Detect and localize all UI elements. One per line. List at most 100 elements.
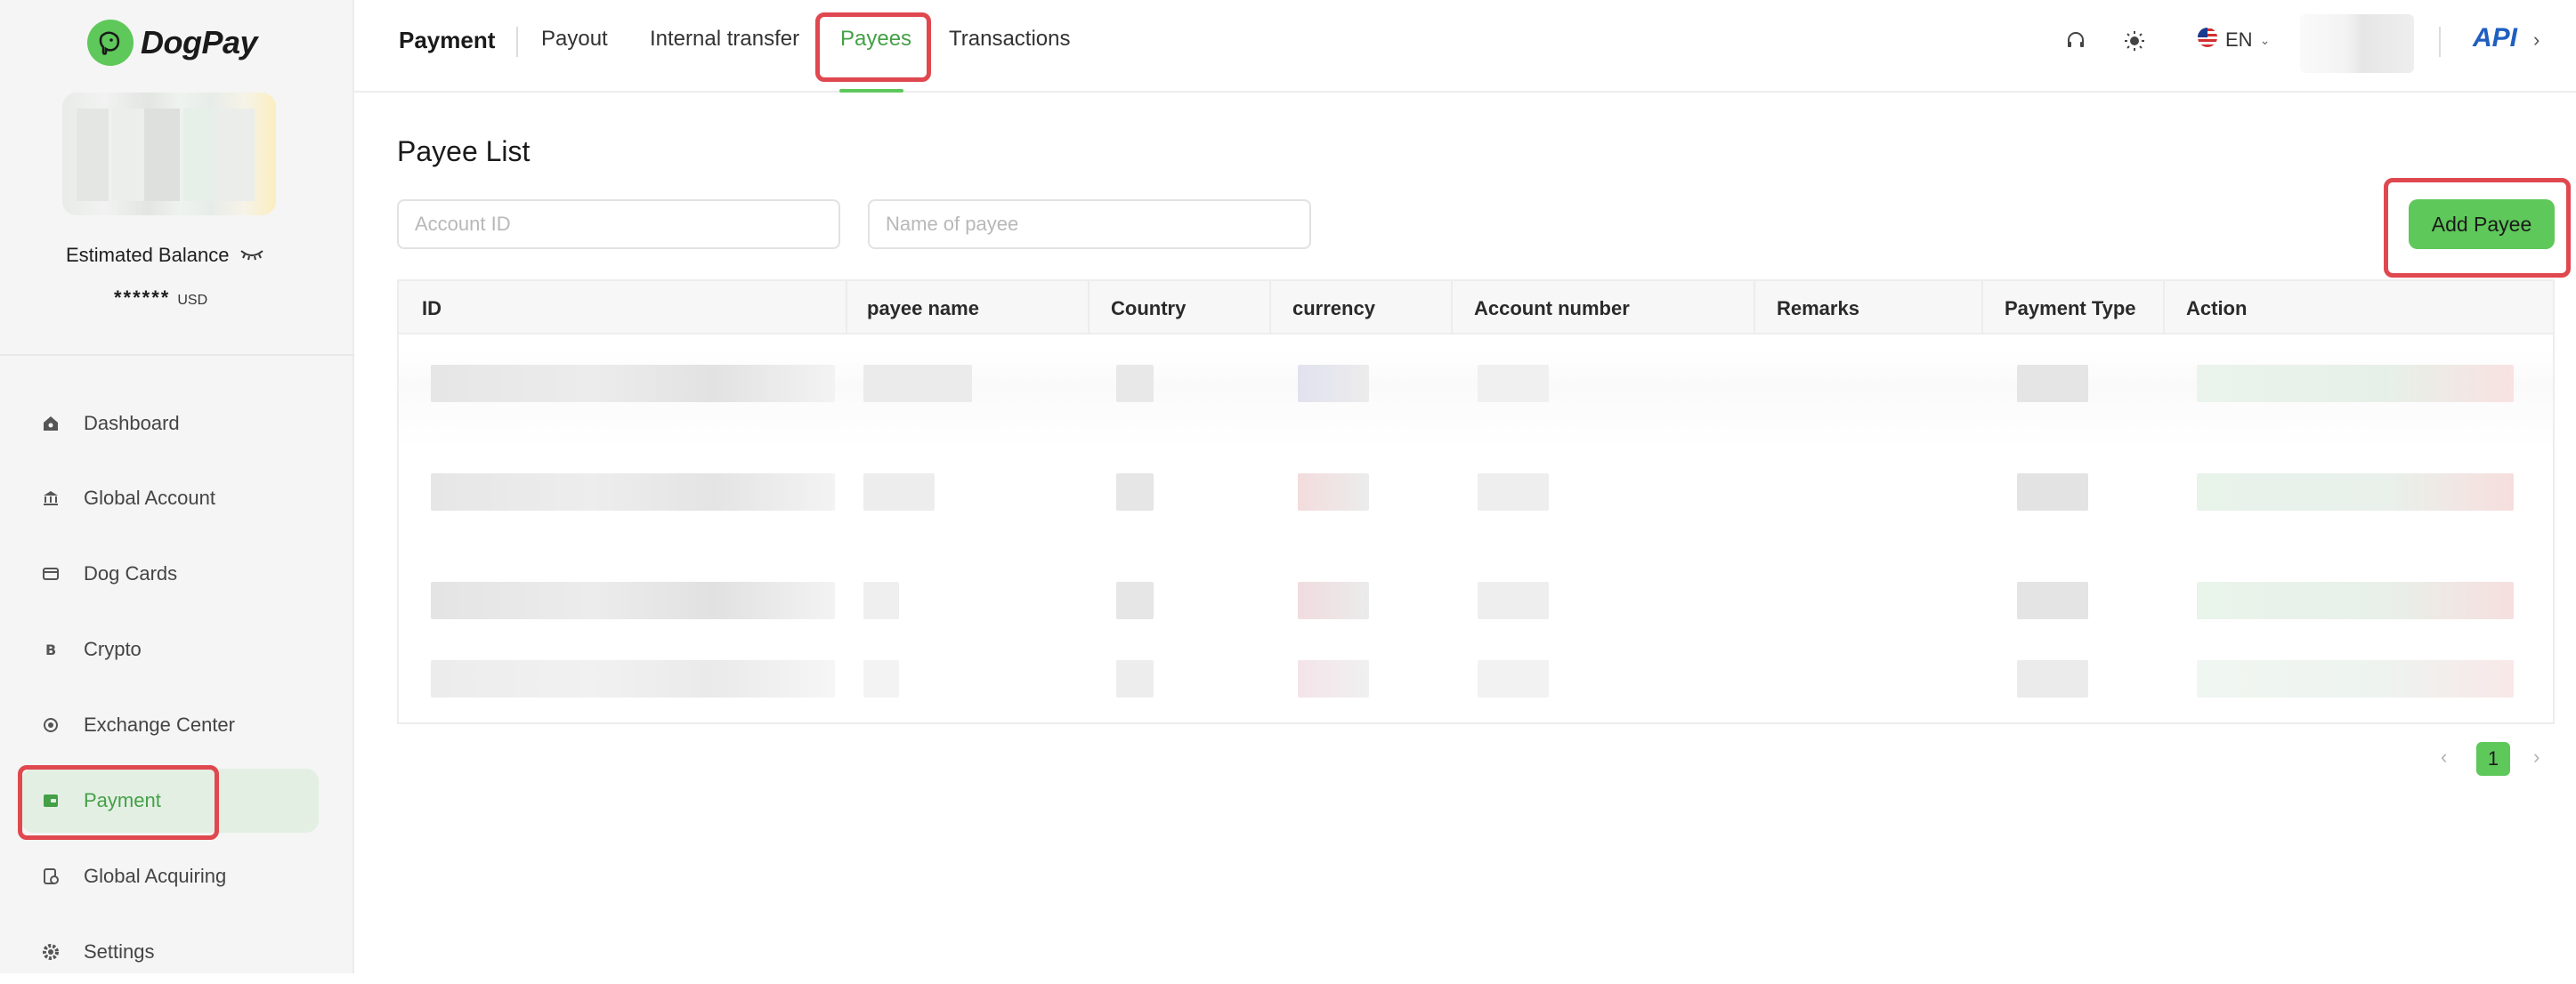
sidebar-item-label: Global Account	[84, 487, 215, 509]
card-icon	[41, 564, 61, 584]
eye-closed-icon[interactable]	[239, 244, 264, 267]
column-separator	[846, 281, 847, 335]
sun-theme-icon[interactable]	[2120, 27, 2149, 55]
exchange-icon	[41, 715, 61, 735]
acquiring-icon	[41, 867, 61, 886]
page-section-title: Payment	[399, 27, 496, 53]
column-separator	[1269, 281, 1271, 335]
column-header-currency: currency	[1292, 297, 1375, 319]
table-row[interactable]	[399, 648, 2553, 722]
pagination-current-page[interactable]: 1	[2476, 742, 2510, 776]
table-row[interactable]	[399, 571, 2553, 646]
us-flag-icon	[2197, 27, 2218, 53]
tab-payout[interactable]: Payout	[541, 27, 608, 52]
redacted-account-number	[1478, 660, 1549, 698]
column-header-payment-type: Payment Type	[2005, 297, 2136, 319]
table-row[interactable]	[399, 351, 2553, 448]
table-header: ID payee name Country currency Account n…	[399, 281, 2553, 335]
redacted-action	[2197, 365, 2514, 402]
prev-page-icon[interactable]: ‹	[2441, 746, 2447, 769]
redacted-action	[2197, 660, 2514, 698]
chevron-down-icon: ⌄	[2259, 32, 2271, 47]
language-selector[interactable]: EN ⌄	[2197, 27, 2270, 53]
column-separator	[1754, 281, 1755, 335]
column-header-remarks: Remarks	[1777, 297, 1859, 319]
redacted-payee-name	[863, 365, 972, 402]
redacted-account-number	[1478, 365, 1549, 402]
balance-amount: ******	[114, 286, 171, 309]
logo[interactable]: DogPay	[87, 20, 258, 66]
sidebar-divider	[0, 354, 354, 356]
balance-card-image	[62, 93, 276, 215]
tab-transactions[interactable]: Transactions	[949, 27, 1071, 52]
payee-name-input[interactable]	[868, 199, 1311, 249]
redacted-payee-name	[863, 660, 899, 698]
wallet-icon	[41, 791, 61, 811]
redacted-currency	[1298, 473, 1369, 511]
sidebar-item-payment[interactable]: Payment	[21, 769, 319, 833]
balance-currency: USD	[177, 293, 208, 308]
gear-icon	[41, 942, 61, 962]
redacted-account-number	[1478, 582, 1549, 619]
add-payee-button[interactable]: Add Payee	[2409, 199, 2555, 249]
tab-internal-transfer[interactable]: Internal transfer	[650, 27, 799, 52]
column-separator	[1088, 281, 1090, 335]
headset-support-icon[interactable]	[2062, 27, 2090, 55]
redacted-currency	[1298, 660, 1369, 698]
column-separator	[2163, 281, 2165, 335]
page-title: Payee List	[397, 135, 531, 167]
redacted-action	[2197, 582, 2514, 619]
redacted-payee-name	[863, 473, 935, 511]
tab-payees[interactable]: Payees	[840, 27, 911, 52]
sidebar-item-label: Settings	[84, 940, 155, 963]
bitcoin-icon: B	[41, 640, 61, 659]
table-row[interactable]	[399, 461, 2553, 559]
sidebar-item-label: Dashboard	[84, 412, 180, 434]
sidebar-item-crypto[interactable]: B Crypto	[21, 617, 319, 682]
api-link[interactable]: API	[2473, 23, 2517, 53]
redacted-id	[431, 365, 835, 402]
next-page-icon[interactable]: ›	[2533, 746, 2540, 769]
redacted-country	[1116, 365, 1154, 402]
sidebar-item-exchange-center[interactable]: Exchange Center	[21, 693, 319, 757]
sidebar-item-global-account[interactable]: Global Account	[21, 466, 319, 530]
redacted-currency	[1298, 365, 1369, 402]
redacted-payment-type	[2017, 365, 2088, 402]
redacted-payment-type	[2017, 660, 2088, 698]
redacted-currency	[1298, 582, 1369, 619]
bank-icon	[41, 488, 61, 508]
sidebar-item-label: Exchange Center	[84, 714, 235, 736]
svg-text:B: B	[45, 641, 56, 658]
redacted-id	[431, 582, 835, 619]
redacted-country	[1116, 473, 1154, 511]
column-separator	[1981, 281, 1983, 335]
column-header-action: Action	[2186, 297, 2248, 319]
sidebar-item-settings[interactable]: Settings	[21, 920, 319, 984]
redacted-account-number	[1478, 473, 1549, 511]
redacted-payment-type	[2017, 473, 2088, 511]
estimated-balance-label: Estimated Balance	[66, 244, 264, 267]
home-icon	[41, 414, 61, 433]
column-header-id: ID	[422, 297, 441, 319]
sidebar-item-dashboard[interactable]: Dashboard	[21, 391, 319, 456]
redacted-payee-name	[863, 582, 899, 619]
column-separator	[1451, 281, 1453, 335]
redacted-payment-type	[2017, 582, 2088, 619]
column-header-account-number: Account number	[1474, 297, 1630, 319]
header-divider	[2439, 27, 2441, 57]
account-id-input[interactable]	[397, 199, 840, 249]
redacted-id	[431, 660, 835, 698]
redacted-country	[1116, 660, 1154, 698]
redacted-country	[1116, 582, 1154, 619]
sidebar-item-global-acquiring[interactable]: Global Acquiring	[21, 844, 319, 908]
chevron-right-icon[interactable]: ›	[2533, 28, 2540, 52]
sidebar-item-dog-cards[interactable]: Dog Cards	[21, 542, 319, 606]
column-header-country: Country	[1111, 297, 1187, 319]
balance-label-text: Estimated Balance	[66, 244, 230, 266]
dog-logo-icon	[87, 20, 134, 66]
redacted-id	[431, 473, 835, 511]
balance-value: ****** USD	[114, 286, 207, 310]
user-avatar[interactable]	[2300, 14, 2414, 73]
active-tab-indicator	[839, 89, 903, 93]
column-header-payee-name: payee name	[867, 297, 979, 319]
